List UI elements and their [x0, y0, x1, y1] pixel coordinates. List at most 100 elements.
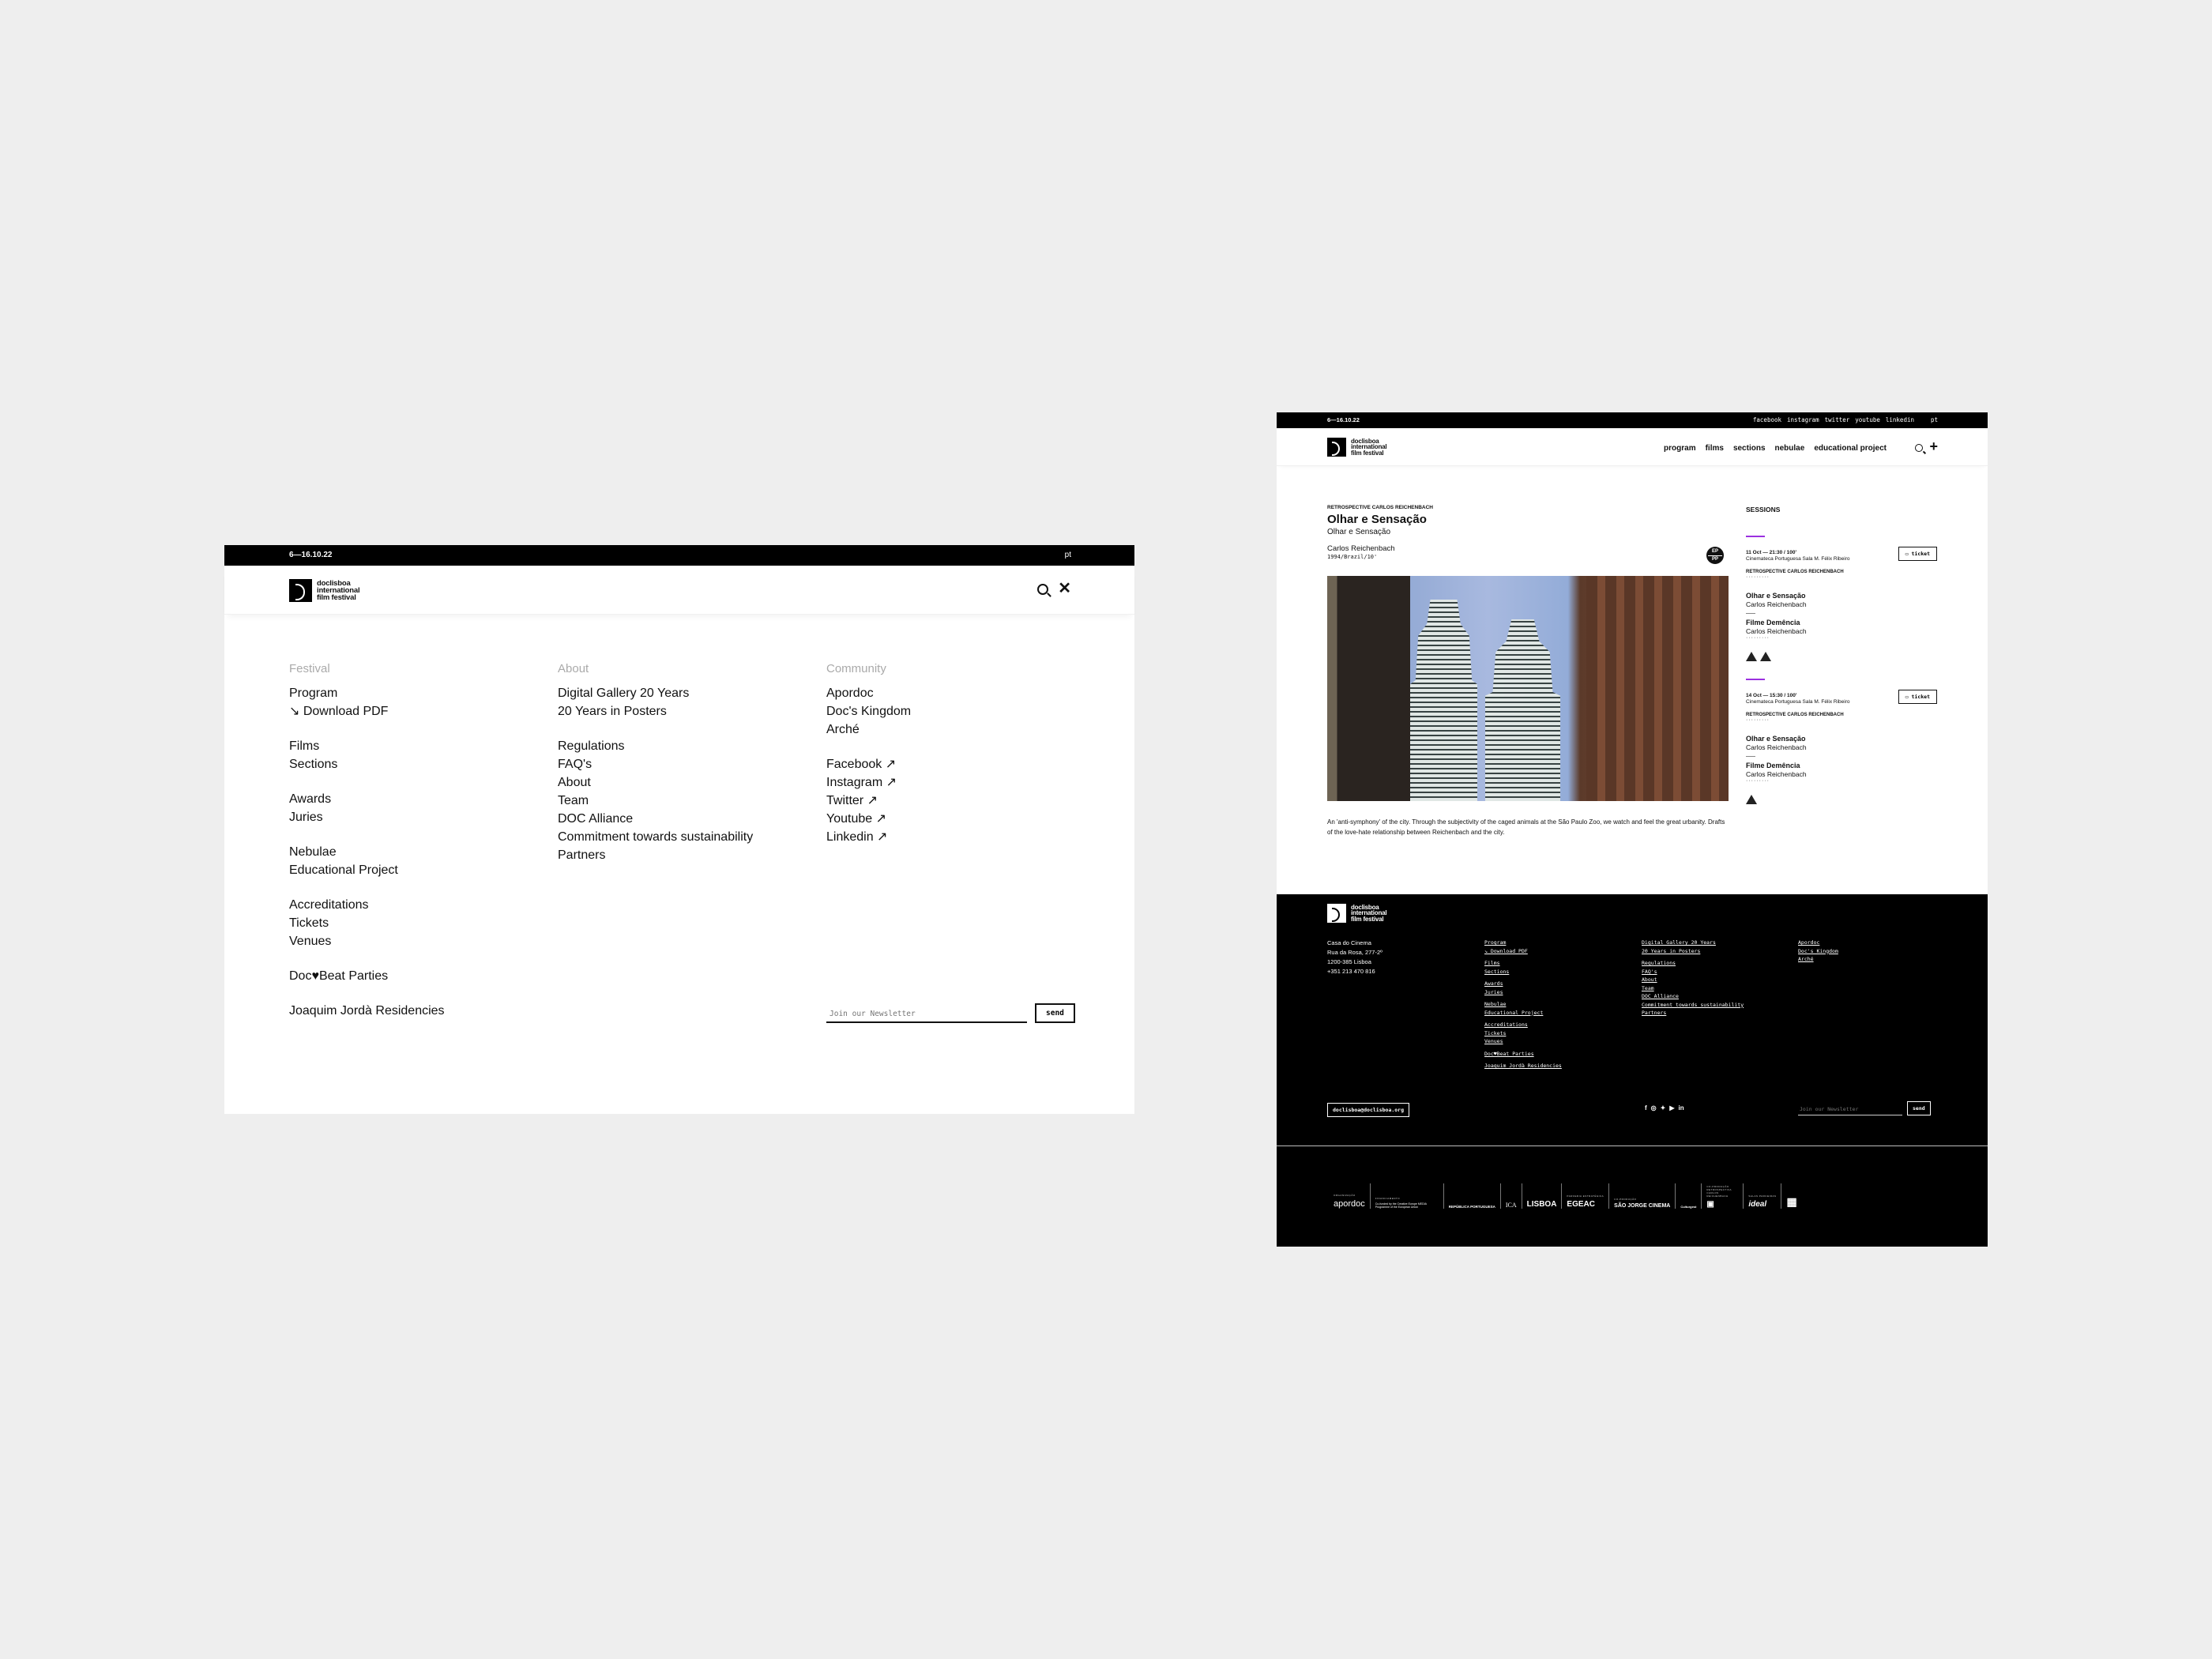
nav-educational-project[interactable]: educational project	[1814, 444, 1887, 453]
linkedin-icon[interactable]: in	[1679, 1104, 1684, 1112]
footer-link[interactable]: Program	[1484, 939, 1562, 947]
partner-logo-municipality[interactable]: ▦	[1781, 1183, 1801, 1209]
footer-link[interactable]: Doc♥Beat Parties	[1484, 1050, 1562, 1059]
ticket-button[interactable]: ▭ ticket	[1898, 547, 1937, 561]
menu-link-partners[interactable]: Partners	[558, 846, 826, 864]
nav-program[interactable]: program	[1664, 444, 1696, 453]
film-section-label[interactable]: RETROSPECTIVE CARLOS REICHENBACH	[1327, 505, 1729, 510]
topbar-link-instagram[interactable]: instagram	[1787, 416, 1819, 423]
menu-link-arche[interactable]: Arché	[826, 720, 1095, 739]
menu-link-docs-kingdom[interactable]: Doc's Kingdom	[826, 702, 1095, 720]
menu-link-apordoc[interactable]: Apordoc	[826, 684, 1095, 702]
menu-link-instagram[interactable]: Instagram ↗	[826, 773, 1095, 792]
footer-link[interactable]: FAQ's	[1642, 968, 1744, 976]
menu-link-team[interactable]: Team	[558, 792, 826, 810]
nav-nebulae[interactable]: nebulae	[1775, 444, 1805, 453]
footer-link[interactable]: Venues	[1484, 1037, 1562, 1046]
footer-link[interactable]: Educational Project	[1484, 1009, 1562, 1018]
footer-link[interactable]: DOC Alliance	[1642, 992, 1744, 1001]
footer-logo[interactable]: doclisboa international film festival	[1327, 904, 1387, 923]
topbar-link-linkedin[interactable]: linkedin	[1886, 416, 1914, 423]
footer-link[interactable]: Team	[1642, 984, 1744, 993]
newsletter-send-button[interactable]: send	[1035, 1003, 1075, 1023]
footer-link[interactable]: Commitment towards sustainability	[1642, 1001, 1744, 1010]
footer-link[interactable]: Arché	[1798, 955, 1838, 964]
partner-logo-ideal[interactable]: SALAS PARCEIRAS ideal	[1744, 1183, 1782, 1209]
partner-logo-egeac[interactable]: PARCERIA ESTRATÉGICA EGEAC	[1562, 1183, 1610, 1209]
topbar-link-facebook[interactable]: facebook	[1753, 416, 1781, 423]
nav-films[interactable]: films	[1706, 444, 1724, 453]
session-film[interactable]: Olhar e Sensação Carlos Reichenbach	[1746, 735, 1937, 751]
footer-link[interactable]: ↘ Download PDF	[1484, 947, 1562, 956]
youtube-icon[interactable]: ▶	[1669, 1104, 1674, 1112]
topbar-link-youtube[interactable]: youtube	[1855, 416, 1880, 423]
nav-sections[interactable]: sections	[1733, 444, 1766, 453]
footer-link[interactable]: Tickets	[1484, 1029, 1562, 1038]
menu-link-faqs[interactable]: FAQ's	[558, 755, 826, 773]
session-film[interactable]: Olhar e Sensação Carlos Reichenbach	[1746, 592, 1937, 608]
menu-link-twitter[interactable]: Twitter ↗	[826, 792, 1095, 810]
menu-link-download-pdf[interactable]: ↘ Download PDF	[289, 702, 558, 720]
menu-link-awards[interactable]: Awards	[289, 790, 558, 808]
footer-link[interactable]: Apordoc	[1798, 939, 1838, 947]
menu-link-doc-alliance[interactable]: DOC Alliance	[558, 810, 826, 828]
menu-link-accreditations[interactable]: Accreditations	[289, 896, 558, 914]
menu-link-residencies[interactable]: Joaquim Jordà Residencies	[289, 1002, 558, 1020]
menu-link-docbeat-parties[interactable]: Doc♥Beat Parties	[289, 967, 558, 985]
footer-newsletter-send-button[interactable]: send	[1907, 1101, 1931, 1115]
menu-link-venues[interactable]: Venues	[289, 932, 558, 950]
menu-link-regulations[interactable]: Regulations	[558, 737, 826, 755]
footer-link[interactable]: 20 Years in Posters	[1642, 947, 1744, 956]
partner-logo-ica[interactable]: ICA	[1501, 1183, 1522, 1209]
footer-link[interactable]: Doc's Kingdom	[1798, 947, 1838, 956]
menu-link-about[interactable]: About	[558, 773, 826, 792]
site-logo[interactable]: doclisboa international film festival	[1327, 438, 1387, 457]
menu-link-posters[interactable]: 20 Years in Posters	[558, 702, 826, 720]
footer-link[interactable]: Partners	[1642, 1009, 1744, 1018]
partner-logo-culturgest[interactable]: Culturgest	[1676, 1183, 1702, 1209]
menu-link-program[interactable]: Program	[289, 684, 558, 702]
menu-link-linkedin[interactable]: Linkedin ↗	[826, 828, 1095, 846]
site-logo[interactable]: doclisboa international film festival	[289, 579, 360, 602]
footer-link[interactable]: Accreditations	[1484, 1021, 1562, 1029]
partner-logo-lisboa[interactable]: LISBOA	[1522, 1183, 1563, 1209]
newsletter-input[interactable]	[826, 1006, 1027, 1023]
footer-newsletter-input[interactable]	[1798, 1104, 1902, 1115]
footer-link[interactable]: Sections	[1484, 968, 1562, 976]
language-switch[interactable]: pt	[1931, 416, 1938, 423]
ticket-button[interactable]: ▭ ticket	[1898, 690, 1937, 704]
menu-link-films[interactable]: Films	[289, 737, 558, 755]
partner-logo-creative-europe[interactable]: FINANCIAMENTO Co-funded by the Creative E…	[1371, 1183, 1444, 1209]
menu-link-digital-gallery[interactable]: Digital Gallery 20 Years	[558, 684, 826, 702]
footer-link[interactable]: Regulations	[1642, 959, 1744, 968]
menu-link-facebook[interactable]: Facebook ↗	[826, 755, 1095, 773]
close-icon[interactable]: ✕	[1058, 581, 1071, 596]
menu-plus-icon[interactable]: +	[1929, 439, 1938, 453]
footer-link[interactable]: Juries	[1484, 988, 1562, 997]
topbar-link-twitter[interactable]: twitter	[1825, 416, 1850, 423]
menu-link-sustainability[interactable]: Commitment towards sustainability	[558, 828, 826, 846]
partner-logo-sao-jorge[interactable]: CO-PRODUÇÃO SÃO JORGE CINEMA	[1609, 1183, 1676, 1209]
menu-link-juries[interactable]: Juries	[289, 808, 558, 826]
footer-link[interactable]: About	[1642, 976, 1744, 984]
partner-logo-coproduction[interactable]: CO-PRODUÇÃO RETROSPECTIVA CARLOS REICHEN…	[1702, 1183, 1744, 1209]
facebook-icon[interactable]: f	[1645, 1104, 1647, 1112]
menu-link-sections[interactable]: Sections	[289, 755, 558, 773]
menu-link-nebulae[interactable]: Nebulae	[289, 843, 558, 861]
search-icon[interactable]	[1915, 443, 1924, 452]
menu-link-educational-project[interactable]: Educational Project	[289, 861, 558, 879]
search-icon[interactable]	[1037, 584, 1049, 595]
twitter-icon[interactable]: ✦	[1661, 1104, 1666, 1112]
footer-link[interactable]: Films	[1484, 959, 1562, 968]
language-switch[interactable]: pt	[1065, 551, 1071, 559]
footer-link[interactable]: Awards	[1484, 980, 1562, 988]
email-button[interactable]: doclisboa@doclisboa.org	[1327, 1103, 1410, 1117]
partner-logo-apordoc[interactable]: ORGANIZAÇÃO apordoc	[1329, 1183, 1371, 1209]
session-film[interactable]: Filme Demência Carlos Reichenbach	[1746, 619, 1937, 635]
partner-logo-republica-portuguesa[interactable]: REPÚBLICA PORTUGUESA	[1444, 1183, 1501, 1209]
instagram-icon[interactable]: ◎	[1651, 1104, 1657, 1112]
session-film[interactable]: Filme Demência Carlos Reichenbach	[1746, 762, 1937, 778]
footer-link[interactable]: Joaquim Jordà Residencies	[1484, 1062, 1562, 1070]
footer-link[interactable]: Digital Gallery 20 Years	[1642, 939, 1744, 947]
menu-link-tickets[interactable]: Tickets	[289, 914, 558, 932]
